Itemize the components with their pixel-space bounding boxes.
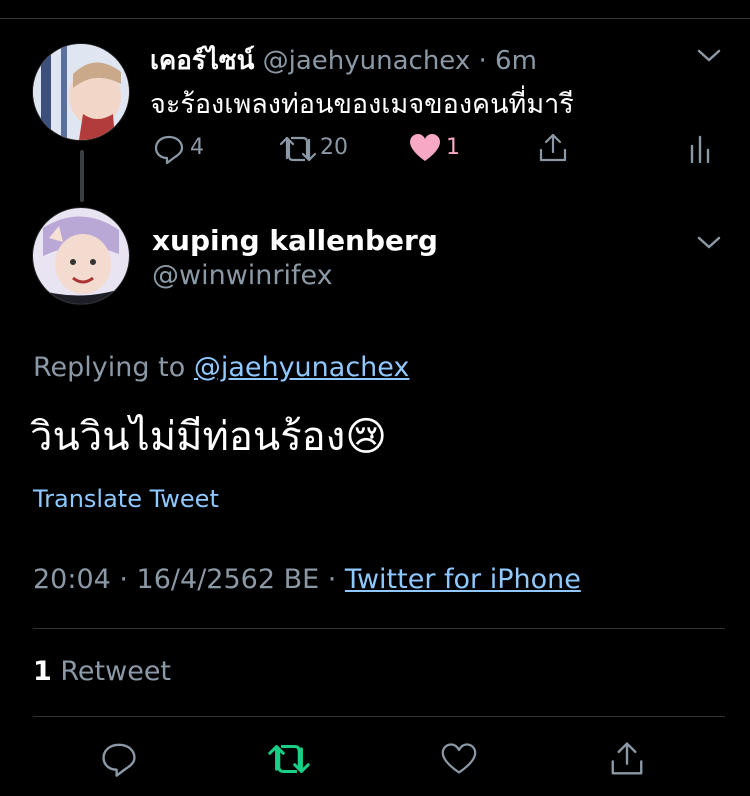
parent-chevron-down-icon[interactable] — [696, 47, 722, 65]
retweet-label: Retweet — [51, 656, 172, 687]
main-chevron-down-icon[interactable] — [696, 234, 722, 252]
timestamp: 20:04 · 16/4/2562 BE · — [33, 564, 345, 595]
main-handle[interactable]: @winwinrifex — [152, 260, 333, 291]
crying-face-emoji-icon: 😢 — [345, 414, 387, 460]
replying-handle-link[interactable]: @jaehyunachex — [194, 352, 410, 383]
parent-like-count: 1 — [446, 135, 460, 160]
parent-like-heart-icon[interactable] — [408, 133, 442, 163]
replying-to: Replying to @jaehyunachex — [33, 352, 409, 383]
timestamp-line: 20:04 · 16/4/2562 BE · Twitter for iPhon… — [33, 564, 581, 595]
thread-line — [80, 150, 84, 202]
reply-icon[interactable] — [100, 740, 138, 778]
translate-tweet-link[interactable]: Translate Tweet — [33, 485, 219, 513]
retweet-icon[interactable] — [266, 742, 312, 776]
parent-handle-time[interactable]: @jaehyunachex · 6m — [263, 46, 537, 76]
parent-display-name[interactable]: เคอร์ไซน์ — [150, 46, 254, 76]
avatar-parent[interactable] — [33, 44, 129, 140]
parent-share-icon[interactable] — [537, 132, 569, 164]
divider-actions — [33, 716, 725, 717]
parent-tweet-text: จะร้องเพลงท่อนของเมจของคนที่มารี — [150, 89, 574, 120]
main-tweet-body: วินวินไม่มีท่อนร้อง — [30, 414, 346, 460]
avatar-main[interactable] — [33, 208, 129, 304]
main-tweet-text: วินวินไม่มีท่อนร้อง😢 — [30, 404, 387, 468]
replying-prefix: Replying to — [33, 352, 186, 383]
parent-header: เคอร์ไซน์ @jaehyunachex · 6m — [150, 40, 537, 81]
parent-analytics-icon[interactable] — [688, 134, 712, 164]
divider-stats — [33, 628, 725, 629]
retweet-stats[interactable]: 1 Retweet — [33, 656, 171, 687]
parent-reply-count: 4 — [190, 135, 204, 160]
main-display-name[interactable]: xuping kallenberg — [152, 224, 438, 257]
like-heart-icon[interactable] — [440, 742, 478, 776]
top-divider — [0, 18, 750, 19]
source-link[interactable]: Twitter for iPhone — [345, 564, 581, 595]
parent-retweet-icon[interactable] — [278, 134, 318, 164]
retweet-number: 1 — [33, 656, 52, 687]
share-icon[interactable] — [608, 740, 646, 778]
parent-reply-icon[interactable] — [153, 133, 185, 165]
parent-retweet-count: 20 — [320, 135, 348, 160]
